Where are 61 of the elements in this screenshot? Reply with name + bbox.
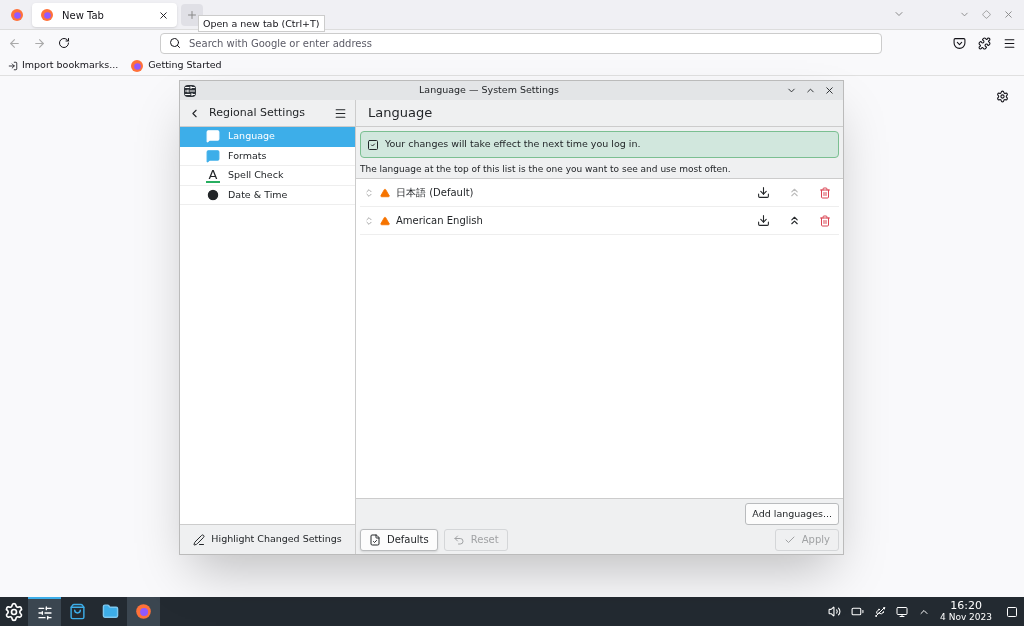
- bookmark[interactable]: Import bookmarks...: [8, 58, 119, 73]
- firefox-icon: [130, 58, 145, 73]
- drag-handle-icon[interactable]: [364, 215, 374, 226]
- show-desktop-icon[interactable]: [1006, 605, 1018, 618]
- volume-icon[interactable]: [828, 605, 842, 618]
- sidebar-title: Regional Settings: [209, 104, 307, 121]
- message-text: Your changes will take effect the next time you log in.: [385, 137, 641, 152]
- sidebar-item[interactable]: Date & Time: [180, 185, 355, 205]
- usb-icon[interactable]: [874, 605, 887, 618]
- settings-icon[interactable]: [996, 90, 1009, 103]
- highlight-changed-settings-button[interactable]: Highlight Changed Settings: [180, 524, 355, 554]
- folder-icon: [102, 603, 119, 620]
- drag-handle-icon[interactable]: [364, 187, 374, 198]
- speech-bubble-icon: [206, 129, 220, 144]
- import-icon: [8, 60, 18, 71]
- language-row[interactable]: American English: [360, 207, 839, 235]
- move-up-icon[interactable]: [788, 214, 801, 227]
- app-launcher-icon[interactable]: [4, 601, 24, 622]
- warning-icon: [380, 187, 390, 198]
- address-field[interactable]: Search with Google or enter address: [160, 32, 882, 54]
- browser-tab[interactable]: New Tab: [32, 3, 177, 27]
- firefox-icon: [40, 8, 54, 22]
- address-input[interactable]: Search with Google or enter address: [189, 35, 873, 51]
- page-title: Language: [356, 100, 843, 127]
- sidebar-item[interactable]: Formats: [180, 146, 355, 166]
- tooltip: Open a new tab (Ctrl+T): [198, 15, 325, 32]
- download-icon[interactable]: [757, 186, 770, 199]
- menu-icon[interactable]: [1003, 36, 1016, 50]
- window-title: Language — System Settings: [418, 83, 560, 98]
- download-icon[interactable]: [757, 214, 770, 227]
- description-text: The language at the top of this list is the one you want to see and use most often.: [359, 163, 732, 176]
- language-row[interactable]: 日本語 (Default): [360, 179, 839, 207]
- checkbox-icon: [367, 138, 379, 151]
- reload-icon[interactable]: [58, 37, 70, 49]
- firefox-icon: [135, 603, 152, 620]
- warning-icon: [380, 215, 390, 226]
- close-icon[interactable]: [824, 85, 835, 96]
- pen-icon: [193, 533, 206, 546]
- menu-icon[interactable]: [334, 106, 347, 120]
- delete-icon[interactable]: [819, 214, 831, 227]
- taskbar-app-item[interactable]: [28, 597, 61, 626]
- sliders-icon: [36, 604, 53, 621]
- clock[interactable]: 16:20 4 Nov 2023: [940, 600, 992, 623]
- battery-icon[interactable]: [851, 605, 865, 618]
- language-name: 日本語 (Default): [396, 186, 475, 200]
- delete-icon[interactable]: [819, 186, 831, 199]
- puzzle-icon[interactable]: [978, 36, 991, 50]
- add-languages-button[interactable]: Add languages...: [745, 503, 839, 525]
- plus-icon: [186, 9, 198, 21]
- bookmark[interactable]: Getting Started: [130, 58, 222, 73]
- sidebar-item[interactable]: A Spell Check: [180, 166, 355, 186]
- app-icon: [184, 84, 196, 97]
- speech-bubble-icon: [206, 148, 220, 163]
- defaults-button[interactable]: Defaults: [360, 528, 438, 551]
- search-icon: [169, 37, 181, 49]
- browser-logo-icon: [10, 7, 24, 22]
- language-name: American English: [396, 214, 484, 228]
- undo-icon: [452, 533, 465, 546]
- close-icon[interactable]: [158, 9, 169, 21]
- document-icon: [369, 533, 381, 546]
- shopping-bag-icon: [69, 603, 86, 620]
